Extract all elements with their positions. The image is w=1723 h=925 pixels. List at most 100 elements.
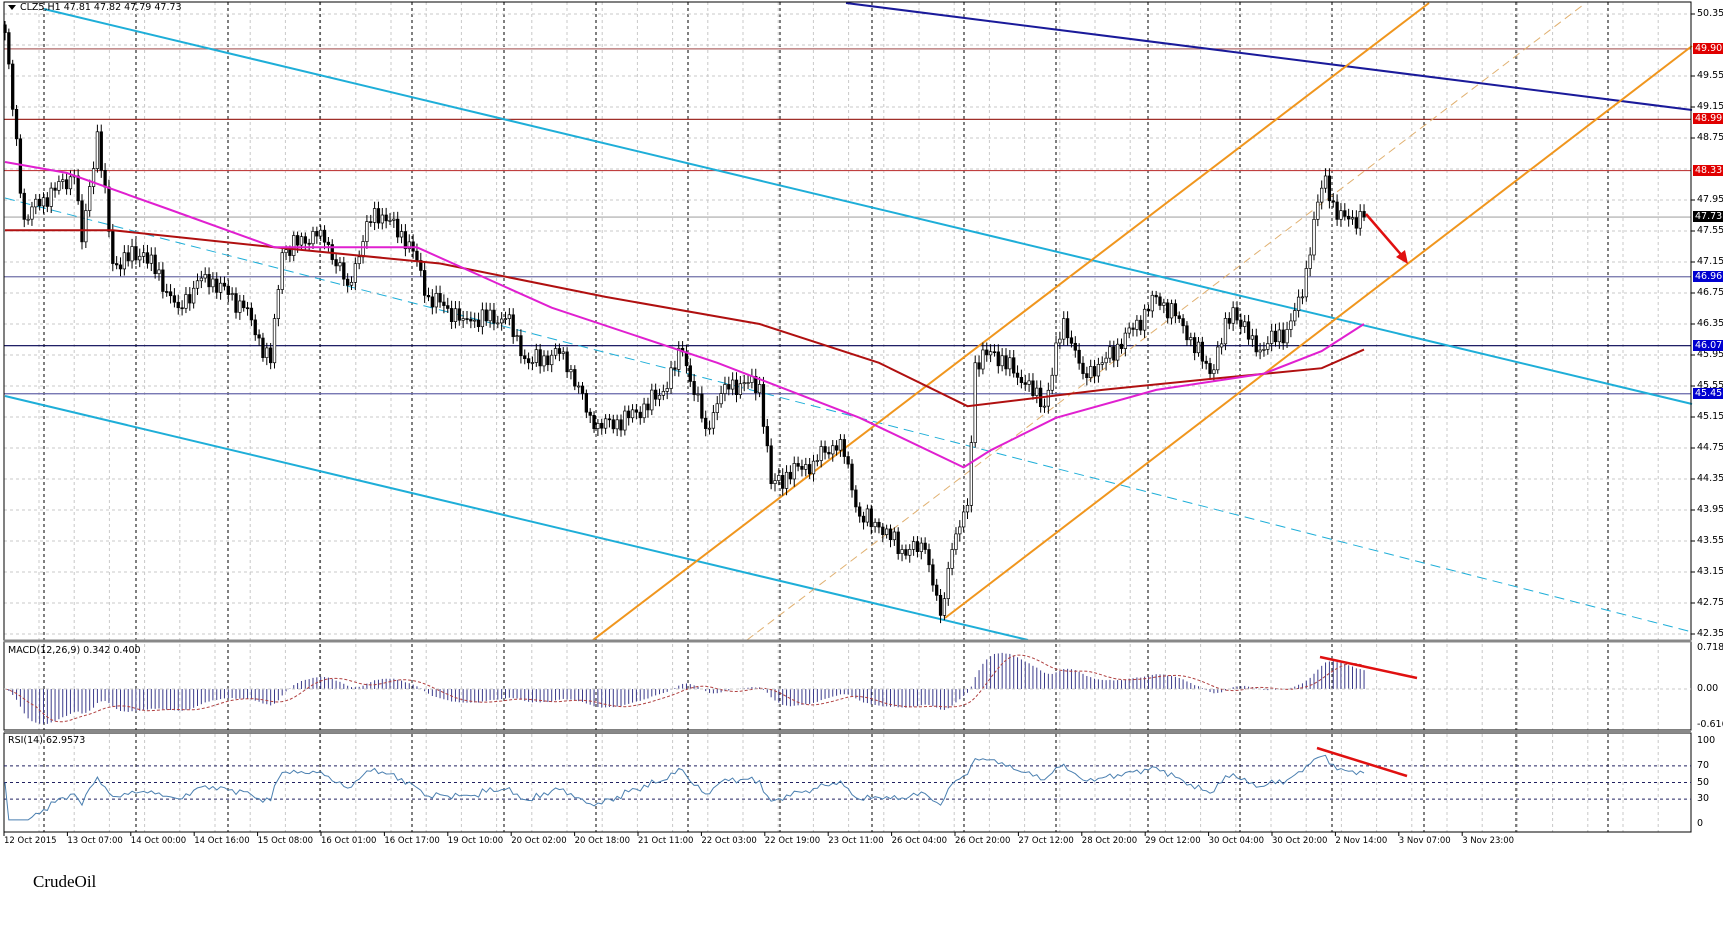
- candle-bullish: [1216, 346, 1220, 371]
- price-tick-label: 44.35: [1697, 473, 1723, 484]
- candle-bullish: [280, 252, 284, 290]
- candle-bearish: [588, 411, 592, 416]
- candle-bearish: [1254, 335, 1258, 353]
- candle-bullish: [1104, 357, 1108, 364]
- candle-bearish: [118, 264, 123, 270]
- candle-bearish: [807, 464, 812, 475]
- candle-bearish: [161, 269, 165, 292]
- candle-bearish: [557, 348, 562, 354]
- candle-bullish: [1219, 343, 1224, 348]
- candle-bearish: [877, 521, 881, 528]
- candle-bullish: [276, 289, 280, 319]
- candle-bearish: [634, 409, 639, 413]
- candle-bullish: [1296, 296, 1301, 311]
- level-price-tag: 48.33: [1693, 164, 1723, 176]
- candle-bullish: [958, 526, 962, 535]
- candle-bullish: [388, 219, 392, 222]
- candle-bearish: [573, 369, 577, 387]
- macd-axis-label: 0.00: [1697, 683, 1719, 694]
- price-tick-label: 43.55: [1697, 535, 1723, 546]
- dropdown-triangle-icon[interactable]: [8, 5, 16, 10]
- candle-bullish: [1289, 320, 1293, 330]
- candle-bearish: [430, 296, 434, 308]
- candle-bullish: [973, 362, 977, 443]
- candle-bearish: [76, 175, 80, 202]
- candle-bullish: [773, 480, 777, 485]
- candle-bullish: [1312, 219, 1316, 256]
- candle-bullish: [265, 347, 269, 359]
- candle-bullish: [542, 355, 546, 367]
- candle-bullish: [1358, 211, 1362, 229]
- candle-bullish: [707, 427, 712, 430]
- candle-bullish: [553, 348, 558, 356]
- forecast-arrow: [1365, 213, 1405, 259]
- candle-bullish: [57, 181, 61, 191]
- candle-bullish: [157, 269, 161, 275]
- candle-bearish: [923, 542, 927, 550]
- candle-bearish: [269, 347, 273, 364]
- price-tick-label: 45.15: [1697, 411, 1723, 422]
- candle-bullish: [1258, 349, 1262, 353]
- candle-bullish: [149, 254, 153, 264]
- candle-bearish: [511, 314, 515, 337]
- candle-bearish: [927, 549, 931, 566]
- candle-bullish: [1142, 308, 1147, 331]
- candle-bullish: [41, 197, 46, 207]
- rsi-header: RSI(14) 62.9573: [8, 735, 86, 746]
- candle-bearish: [484, 309, 488, 322]
- candle-bullish: [1223, 318, 1228, 345]
- candle-bullish: [1100, 362, 1104, 365]
- candle-bullish: [831, 445, 835, 455]
- time-axis-label: 21 Oct 11:00: [638, 836, 694, 846]
- candle-bullish: [569, 369, 573, 373]
- candle-bearish: [315, 231, 319, 237]
- candle-bullish: [642, 403, 646, 419]
- candle-bullish: [661, 391, 665, 396]
- candle-bullish: [665, 388, 669, 392]
- candle-bearish: [526, 358, 531, 364]
- candle-bullish: [946, 568, 950, 600]
- candle-bearish: [465, 318, 469, 320]
- candle-bearish: [673, 367, 677, 370]
- candle-bullish: [138, 255, 142, 261]
- candle-bearish: [781, 475, 785, 489]
- candle-bearish: [761, 384, 766, 427]
- candle-bullish: [900, 549, 904, 554]
- candle-bullish: [357, 256, 361, 265]
- time-axis-label: 26 Oct 20:00: [955, 836, 1011, 846]
- candle-bullish: [34, 198, 38, 208]
- candle-bearish: [996, 351, 1000, 367]
- candle-bullish: [130, 246, 134, 262]
- candle-bearish: [823, 446, 827, 453]
- candle-bearish: [704, 417, 708, 429]
- candle-bullish: [461, 318, 465, 321]
- chart-canvas[interactable]: [0, 0, 1723, 925]
- candle-bearish: [176, 301, 180, 309]
- time-axis-label: 12 Oct 2015: [4, 836, 57, 846]
- candle-bearish: [469, 318, 473, 322]
- candle-bullish: [199, 277, 204, 282]
- candle-bearish: [592, 415, 596, 429]
- candle-bearish: [580, 385, 585, 394]
- candle-bullish: [1027, 380, 1031, 385]
- candle-bearish: [1362, 211, 1366, 218]
- candle-bearish: [1139, 319, 1143, 331]
- candle-bearish: [1204, 360, 1208, 364]
- candle-bearish: [800, 465, 804, 470]
- macd-panel-frame: [3, 641, 1692, 731]
- candle-bearish: [253, 319, 257, 336]
- candle-bearish: [326, 241, 331, 245]
- candle-bullish: [1062, 318, 1066, 340]
- time-axis-label: 20 Oct 02:00: [511, 836, 567, 846]
- candle-bearish: [1335, 201, 1339, 220]
- level-price-tag: 48.99: [1693, 113, 1723, 125]
- candle-bullish: [811, 460, 816, 475]
- candle-bearish: [1019, 377, 1024, 383]
- candle-bullish: [777, 475, 781, 481]
- candle-bullish: [969, 442, 973, 506]
- candle-bullish: [792, 463, 796, 480]
- candle-bearish: [734, 379, 739, 396]
- candle-bearish: [992, 351, 997, 354]
- time-axis-label: 28 Oct 20:00: [1081, 836, 1138, 846]
- candle-bullish: [657, 394, 662, 400]
